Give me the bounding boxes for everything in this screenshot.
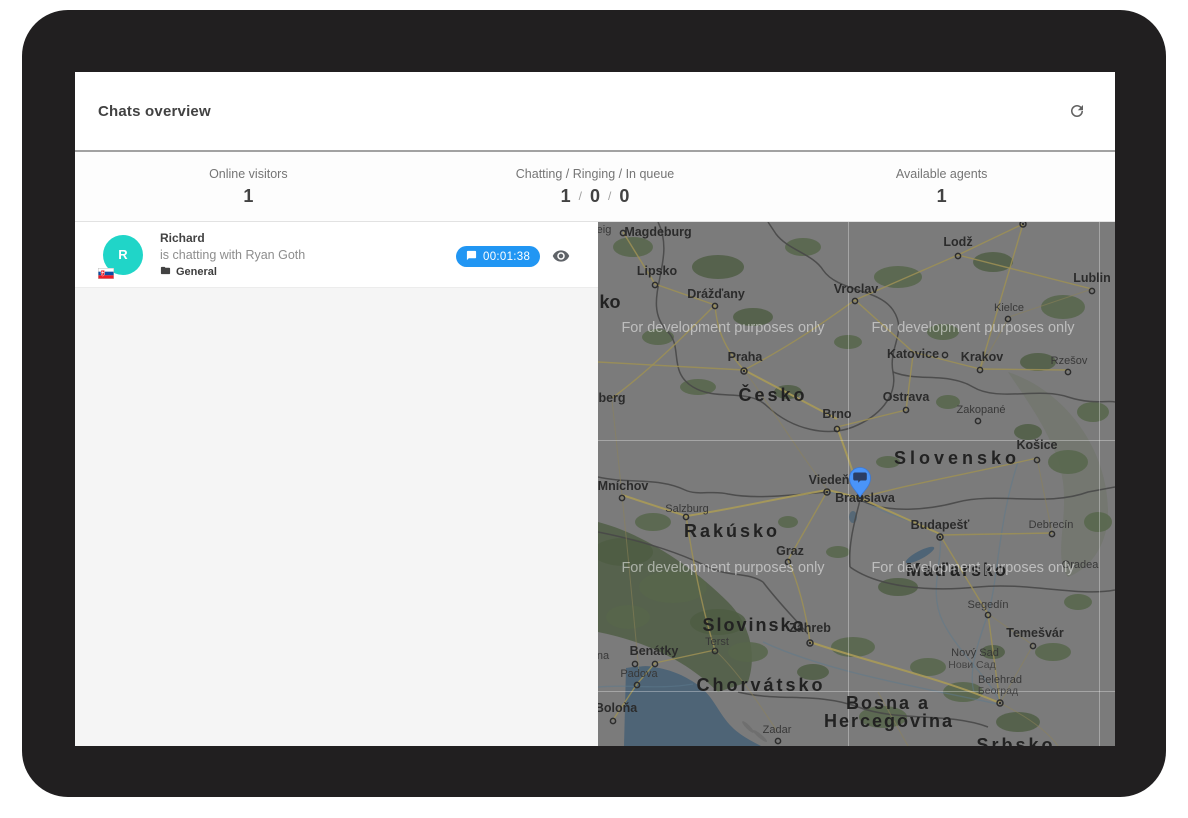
svg-text:Lodž: Lodž (943, 235, 972, 249)
svg-text:Viedeň: Viedeň (809, 473, 850, 487)
stat-chatting-ringing-queue: Chatting / Ringing / In queue 1 / 0 / 0 (422, 152, 769, 221)
slovakia-flag-icon (98, 267, 114, 278)
svg-text:Graz: Graz (776, 544, 804, 558)
svg-text:For development purposes only: For development purposes only (621, 560, 825, 576)
svg-text:Lublin: Lublin (1073, 271, 1111, 285)
svg-text:Salzburg: Salzburg (665, 503, 708, 515)
visitor-map[interactable]: eig Magdeburg Lodž Lipsko Lublin Vroclav Drážď… (598, 222, 1115, 746)
chat-row[interactable]: R Richar (75, 222, 598, 288)
refresh-button[interactable] (1064, 98, 1090, 124)
chat-list: R Richar (75, 222, 598, 746)
avatar-letter: R (118, 247, 127, 262)
chat-info: Richard is chatting with Ryan Goth Gener… (160, 231, 305, 279)
window-header: Chats overview (75, 72, 1115, 152)
stat-label: Available agents (896, 167, 988, 181)
svg-text:Krakov: Krakov (961, 350, 1003, 364)
svg-text:Drážďany: Drážďany (687, 287, 745, 301)
stat-value: 1 (243, 186, 253, 207)
svg-text:Zakopané: Zakopané (957, 404, 1006, 416)
svg-text:Bosna a: Bosna a (846, 693, 930, 713)
svg-text:For development purposes only: For development purposes only (871, 320, 1075, 336)
content-area: R Richar (75, 222, 1115, 746)
svg-text:Lipsko: Lipsko (637, 264, 678, 278)
in-queue-count: 0 (619, 186, 629, 207)
svg-text:Katovice: Katovice (887, 347, 939, 361)
svg-text:na: na (598, 650, 610, 662)
svg-text:Vroclav: Vroclav (834, 282, 879, 296)
svg-text:Kielce: Kielce (994, 302, 1024, 314)
stat-online-visitors: Online visitors 1 (75, 152, 422, 221)
chat-status: is chatting with Ryan Goth (160, 248, 305, 262)
svg-text:Mníchov: Mníchov (598, 479, 648, 493)
svg-text:For development purposes only: For development purposes only (871, 560, 1075, 576)
svg-text:Boloňa: Boloňa (598, 701, 638, 715)
stat-label: Online visitors (209, 167, 288, 181)
department-row: General (160, 265, 305, 279)
department-name: General (176, 266, 217, 278)
svg-text:Budapešť: Budapešť (911, 518, 970, 532)
svg-text:Hercegovina: Hercegovina (824, 711, 954, 731)
svg-text:Slovensko: Slovensko (894, 448, 1020, 468)
stat-label: Chatting / Ringing / In queue (516, 167, 674, 181)
svg-text:Нови Сад: Нови Сад (948, 659, 995, 671)
svg-text:Rakúsko: Rakúsko (684, 521, 780, 541)
svg-text:Magdeburg: Magdeburg (624, 225, 691, 239)
svg-text:eig: eig (598, 224, 611, 236)
svg-text:Temešvár: Temešvár (1006, 626, 1064, 640)
refresh-icon (1068, 102, 1086, 120)
screenshot-stage: Chats overview Online visitors 1 Chattin… (0, 0, 1188, 818)
svg-text:Ostrava: Ostrava (883, 390, 931, 404)
ringing-count: 0 (590, 186, 600, 207)
view-chat-button[interactable] (550, 246, 572, 268)
page-title: Chats overview (98, 103, 211, 120)
svg-text:Nový Sad: Nový Sad (951, 647, 999, 659)
svg-text:Brno: Brno (822, 407, 852, 421)
svg-text:Rzešov: Rzešov (1051, 355, 1088, 367)
svg-text:Zadar: Zadar (763, 724, 792, 736)
chat-duration-badge[interactable]: 00:01:38 (456, 246, 540, 267)
separator: / (579, 189, 582, 203)
chats-overview-window: Chats overview Online visitors 1 Chattin… (75, 72, 1115, 746)
folder-icon (160, 265, 171, 279)
visitor-name: Richard (160, 231, 305, 245)
chat-bubble-icon (466, 250, 477, 264)
svg-text:Česko: Česko (738, 384, 807, 405)
stats-bar: Online visitors 1 Chatting / Ringing / I… (75, 152, 1115, 222)
chatting-count: 1 (561, 186, 571, 207)
svg-text:Београд: Београд (978, 685, 1018, 697)
svg-text:Benátky: Benátky (630, 644, 679, 658)
eye-icon (552, 247, 570, 268)
svg-text:Segedín: Segedín (968, 599, 1009, 611)
chat-duration: 00:01:38 (483, 251, 530, 263)
avatar: R (103, 235, 143, 275)
svg-text:Bratislava: Bratislava (835, 491, 896, 505)
svg-text:Záhreb: Záhreb (789, 621, 831, 635)
svg-text:Terst: Terst (705, 636, 729, 648)
svg-text:Srbsko: Srbsko (976, 735, 1055, 746)
stat-value: 1 / 0 / 0 (561, 186, 630, 207)
stat-available-agents: Available agents 1 (768, 152, 1115, 221)
svg-text:For development purposes only: For development purposes only (621, 320, 825, 336)
svg-text:Debrecín: Debrecín (1029, 519, 1074, 531)
svg-text:Praha: Praha (728, 350, 764, 364)
svg-text:Padova: Padova (620, 668, 658, 680)
svg-text:ko: ko (599, 292, 620, 312)
map-canvas: eig Magdeburg Lodž Lipsko Lublin Vroclav Drážď… (598, 222, 1115, 746)
stat-value: 1 (937, 186, 947, 207)
svg-text:Chorvátsko: Chorvátsko (696, 675, 825, 695)
svg-text:Košice: Košice (1017, 438, 1058, 452)
separator: / (608, 189, 611, 203)
svg-text:berg: berg (598, 391, 625, 405)
